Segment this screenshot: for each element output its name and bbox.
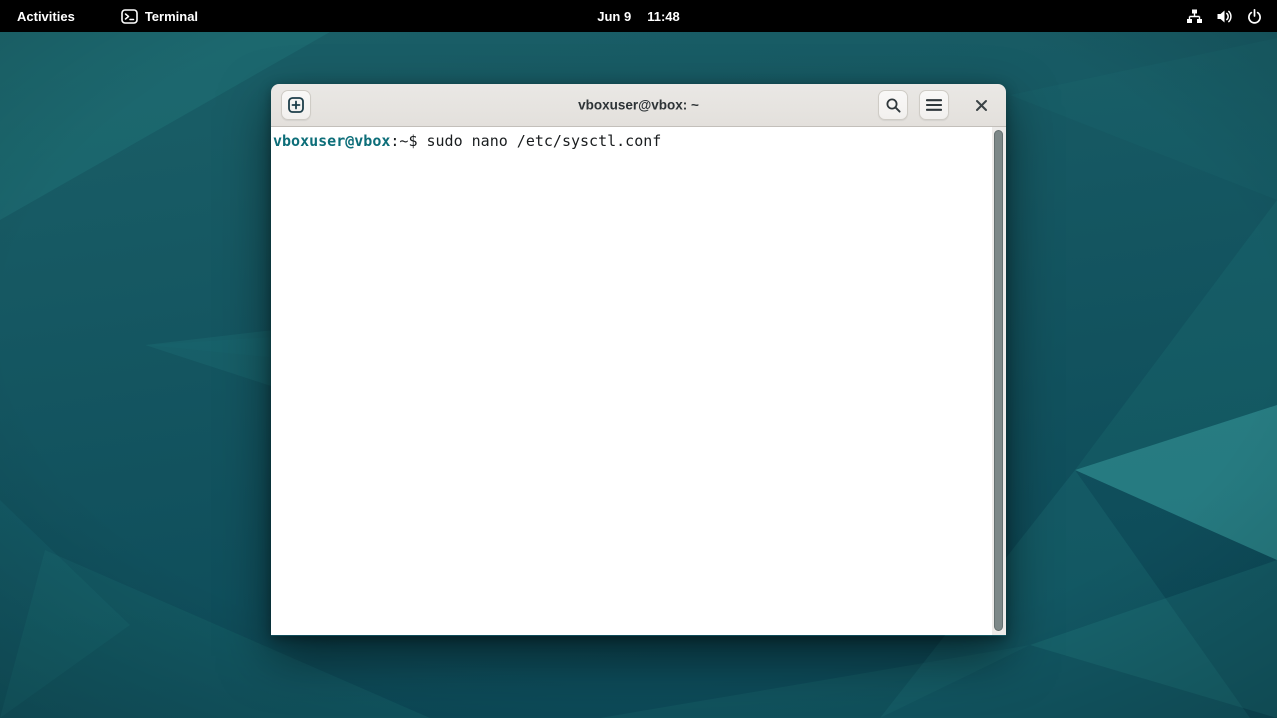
search-button[interactable] xyxy=(878,90,908,120)
focused-app-name: Terminal xyxy=(145,9,198,24)
window-title: vboxuser@vbox: ~ xyxy=(578,98,699,113)
wired-network-icon xyxy=(1186,8,1203,25)
top-bar: Activities Terminal Jun 9 11:48 xyxy=(0,0,1277,32)
terminal-app-icon xyxy=(121,8,138,25)
clock-time: 11:48 xyxy=(647,9,680,24)
clock-date: Jun 9 xyxy=(597,9,631,24)
close-icon xyxy=(975,99,988,112)
search-icon xyxy=(885,97,902,114)
prompt-user-host: vboxuser@vbox xyxy=(273,132,390,150)
prompt-path-suffix: :~$ xyxy=(390,132,417,150)
terminal-headerbar[interactable]: vboxuser@vbox: ~ xyxy=(271,84,1006,127)
terminal-window: vboxuser@vbox: ~ xyxy=(271,84,1006,636)
menu-button[interactable] xyxy=(919,90,949,120)
focused-app-menu[interactable]: Terminal xyxy=(111,0,208,32)
new-tab-icon xyxy=(287,96,305,114)
new-tab-button[interactable] xyxy=(281,90,311,120)
clock-button[interactable]: Jun 9 11:48 xyxy=(587,0,690,32)
menu-icon xyxy=(926,98,942,112)
command-text: sudo nano /etc/sysctl.conf xyxy=(427,132,662,150)
volume-icon xyxy=(1216,8,1233,25)
scrollbar-thumb[interactable] xyxy=(994,130,1003,631)
activities-button[interactable]: Activities xyxy=(7,0,85,32)
system-status-menu[interactable] xyxy=(1178,0,1271,32)
terminal-prompt-line: vboxuser@vbox:~$ sudo nano /etc/sysctl.co… xyxy=(271,127,1006,151)
close-button[interactable] xyxy=(966,90,996,120)
terminal-content[interactable]: vboxuser@vbox:~$ sudo nano /etc/sysctl.co… xyxy=(271,127,1006,635)
power-icon xyxy=(1246,8,1263,25)
terminal-scrollbar[interactable] xyxy=(992,127,1006,635)
